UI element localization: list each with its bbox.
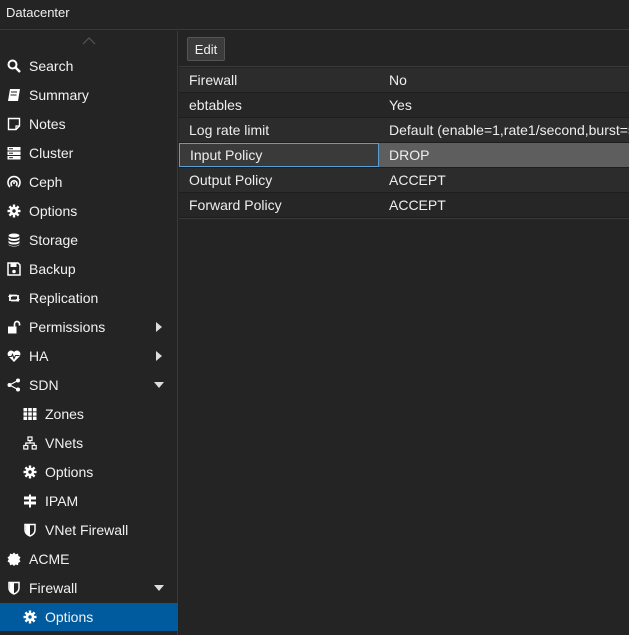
table-row[interactable]: Firewall No xyxy=(179,68,629,93)
caret-right-icon[interactable] xyxy=(154,322,164,332)
sidebar-item-firewall-options[interactable]: Options xyxy=(0,603,178,631)
table-row-selected[interactable]: Input Policy DROP xyxy=(179,143,629,168)
server-icon xyxy=(7,146,21,160)
option-key: Firewall xyxy=(189,72,238,88)
sidebar-item-label: IPAM xyxy=(45,493,79,509)
sidebar-item-backup[interactable]: Backup xyxy=(0,255,178,283)
option-key: Forward Policy xyxy=(189,197,282,213)
search-icon xyxy=(7,59,21,73)
sidebar-item-label: HA xyxy=(29,348,49,364)
sidebar-item-label: VNet Firewall xyxy=(45,522,129,538)
retweet-icon xyxy=(7,291,21,305)
option-value: ACCEPT xyxy=(389,197,446,213)
book-icon xyxy=(7,88,21,102)
sidebar-item-label: Cluster xyxy=(29,145,74,161)
sidebar-item-label: ACME xyxy=(29,551,70,567)
sidebar: Search Summary Notes Cluster Ceph Option… xyxy=(0,31,178,635)
sidebar-item-label: VNets xyxy=(45,435,84,451)
window-title: Datacenter xyxy=(6,5,70,20)
caret-down-icon[interactable] xyxy=(154,380,164,390)
certificate-icon xyxy=(7,552,21,566)
sidebar-item-vnets[interactable]: VNets xyxy=(0,429,178,457)
sidebar-item-label: Replication xyxy=(29,290,99,306)
sidebar-item-notes[interactable]: Notes xyxy=(0,110,178,138)
sidebar-item-ha[interactable]: HA xyxy=(0,342,178,370)
grid-icon xyxy=(23,407,37,421)
caret-right-icon[interactable] xyxy=(154,351,164,361)
sidebar-item-summary[interactable]: Summary xyxy=(0,81,178,109)
sidebar-item-ceph[interactable]: Ceph xyxy=(0,168,178,196)
sidebar-item-sdn-options[interactable]: Options xyxy=(0,458,178,486)
sidebar-item-cluster[interactable]: Cluster xyxy=(0,139,178,167)
floppy-icon xyxy=(7,262,21,276)
signpost-icon xyxy=(23,494,37,508)
sidebar-item-label: Storage xyxy=(29,232,79,248)
sidebar-item-label: Summary xyxy=(29,87,89,103)
sidebar-item-label: Options xyxy=(45,464,94,480)
shield-icon xyxy=(7,581,21,595)
table-row[interactable]: Log rate limit Default (enable=1,rate1/s… xyxy=(179,118,629,143)
sidebar-item-ipam[interactable]: IPAM xyxy=(0,487,178,515)
option-value: Yes xyxy=(389,97,412,113)
sidebar-item-label: Firewall xyxy=(29,580,78,596)
sidebar-item-sdn[interactable]: SDN xyxy=(0,371,178,399)
sidebar-item-vnet-firewall[interactable]: VNet Firewall xyxy=(0,516,178,544)
sidebar-item-replication[interactable]: Replication xyxy=(0,284,178,312)
grid-divider xyxy=(179,218,629,219)
unlock-icon xyxy=(7,320,21,334)
option-value: DROP xyxy=(379,143,629,167)
table-row[interactable]: Forward Policy ACCEPT xyxy=(179,193,629,218)
option-key: Input Policy xyxy=(179,143,379,167)
option-key: Log rate limit xyxy=(189,122,270,138)
gear-icon xyxy=(23,610,37,624)
main-panel: Edit Firewall No ebtables Yes Log rate l… xyxy=(179,31,629,635)
sidebar-item-acme[interactable]: ACME xyxy=(0,545,178,573)
option-key: Output Policy xyxy=(189,172,273,188)
sidebar-item-firewall[interactable]: Firewall xyxy=(0,574,178,602)
title-bar: Datacenter xyxy=(0,0,629,30)
option-value: ACCEPT xyxy=(389,172,446,188)
options-grid: Firewall No ebtables Yes Log rate limit … xyxy=(179,68,629,218)
sidebar-item-label: Permissions xyxy=(29,319,106,335)
scroll-up-icon[interactable] xyxy=(82,37,96,45)
sidebar-item-search[interactable]: Search xyxy=(0,52,178,80)
shield-icon xyxy=(23,523,37,537)
sidebar-item-label: SDN xyxy=(29,377,59,393)
sidebar-item-label: Zones xyxy=(45,406,84,422)
heartbeat-icon xyxy=(7,349,21,363)
sidebar-item-label: Ceph xyxy=(29,174,63,190)
table-row[interactable]: ebtables Yes xyxy=(179,93,629,118)
gear-icon xyxy=(23,465,37,479)
table-row[interactable]: Output Policy ACCEPT xyxy=(179,168,629,193)
sidebar-item-label: Options xyxy=(45,609,94,625)
sidebar-item-label: Backup xyxy=(29,261,76,277)
sidebar-item-storage[interactable]: Storage xyxy=(0,226,178,254)
sidebar-item-label: Notes xyxy=(29,116,66,132)
option-value: Default (enable=1,rate1/second,burst=5) xyxy=(389,122,629,138)
note-icon xyxy=(7,117,21,131)
sidebar-item-label: Search xyxy=(29,58,74,74)
ceph-icon xyxy=(7,175,21,189)
toolbar: Edit xyxy=(179,31,629,67)
sdn-icon xyxy=(7,378,21,392)
sidebar-item-options[interactable]: Options xyxy=(0,197,178,225)
option-value: No xyxy=(389,72,407,88)
sidebar-item-label: Options xyxy=(29,203,78,219)
gear-icon xyxy=(7,204,21,218)
database-icon xyxy=(7,233,21,247)
network-icon xyxy=(23,436,37,450)
option-key: ebtables xyxy=(189,97,242,113)
sidebar-item-zones[interactable]: Zones xyxy=(0,400,178,428)
sidebar-item-permissions[interactable]: Permissions xyxy=(0,313,178,341)
caret-down-icon[interactable] xyxy=(154,583,164,593)
edit-button[interactable]: Edit xyxy=(187,37,225,61)
